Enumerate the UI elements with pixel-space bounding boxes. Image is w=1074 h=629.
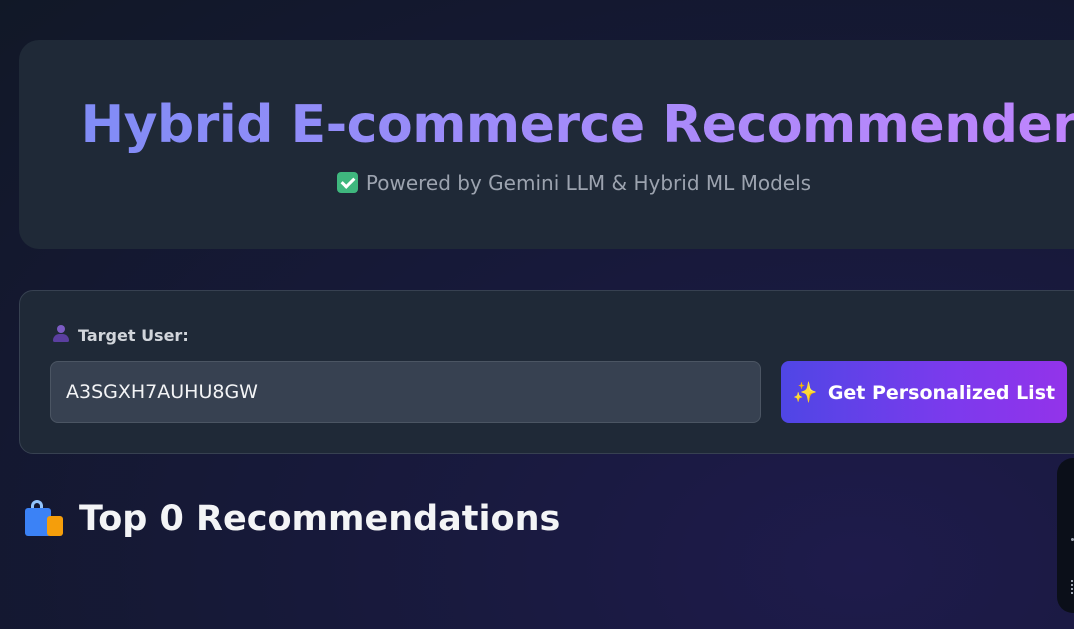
check-mark-icon [336, 172, 358, 193]
user-selection-card: Target User: ✨ Get Personalized List [19, 290, 1074, 454]
page-subtitle: Powered by Gemini LLM & Hybrid ML Models [19, 170, 1074, 196]
subtitle-text: Powered by Gemini LLM & Hybrid ML Models [365, 171, 812, 195]
header-card: Hybrid E-commerce Recommender Powered by… [19, 40, 1074, 249]
shopping-bags-icon [23, 496, 65, 536]
recommendations-heading: Top 0 Recommendations [23, 494, 560, 544]
recommendations-heading-text: Top 0 Recommendations [79, 499, 561, 539]
get-personalized-list-label: Get Personalized List [827, 382, 1056, 404]
target-user-label-text: Target User: [78, 326, 189, 345]
user-silhouette-icon [52, 325, 70, 343]
target-user-input[interactable] [50, 361, 761, 423]
target-user-label: Target User: [52, 325, 189, 346]
page-title: Hybrid E-commerce Recommender [59, 90, 1074, 160]
sparkles-icon: ✨ [792, 380, 818, 404]
side-toolbar[interactable] [1057, 458, 1074, 613]
get-personalized-list-button[interactable]: ✨ Get Personalized List [781, 361, 1067, 423]
